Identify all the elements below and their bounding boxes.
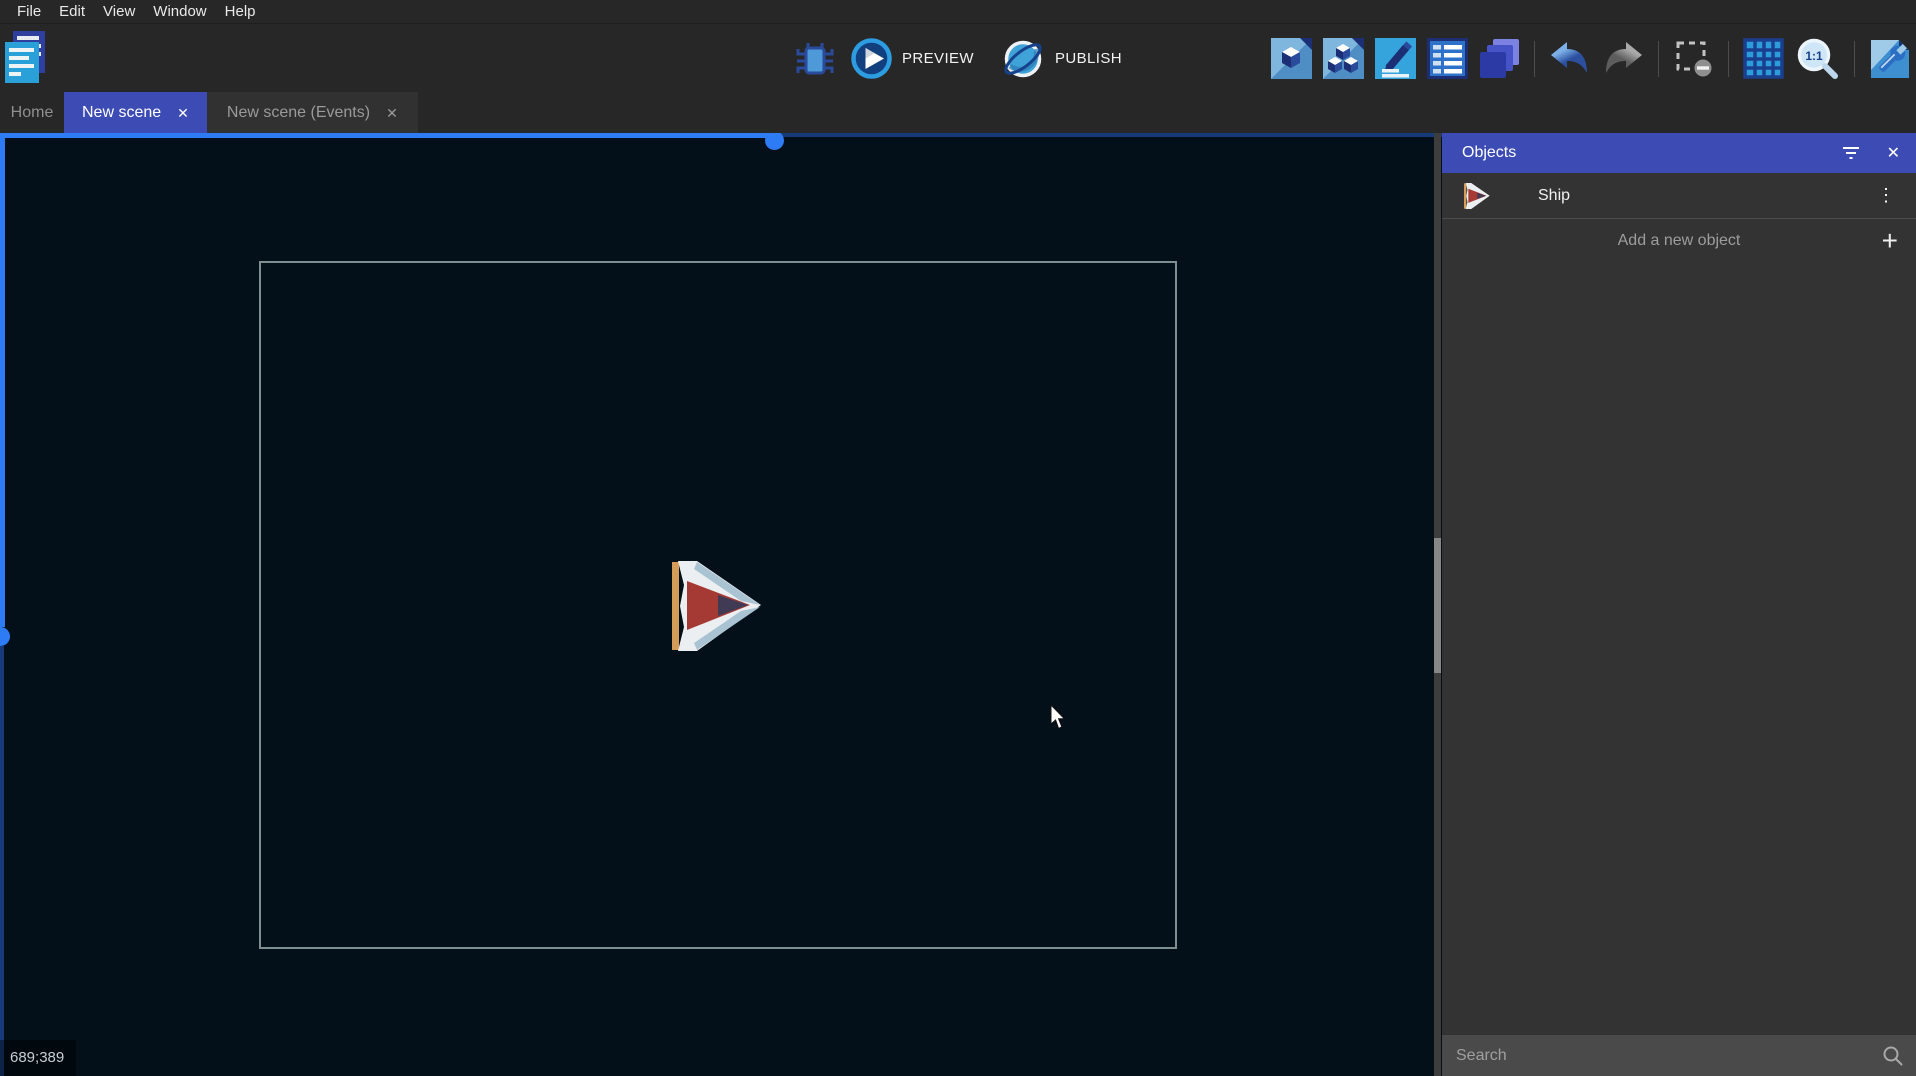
publish-globe-icon [1000, 36, 1046, 82]
ship-thumbnail-icon [1464, 183, 1490, 209]
instances-list-button[interactable] [1427, 38, 1468, 79]
redo-icon [1602, 40, 1644, 78]
main-toolbar: PREVIEW PUBLISH [0, 25, 1916, 92]
undo-button[interactable] [1549, 40, 1591, 78]
objects-panel: Objects ✕ Ship ⋮ Add a [1442, 133, 1916, 1076]
cursor-coordinates: 689;389 [0, 1040, 76, 1076]
preview-label: PREVIEW [902, 50, 974, 67]
mouse-cursor [1046, 705, 1066, 733]
tab-close-icon[interactable]: ✕ [177, 106, 189, 120]
vertical-scrollbar-thumb[interactable] [0, 627, 10, 646]
publish-label: PUBLISH [1055, 50, 1122, 67]
tab-bar: Home New scene ✕ New scene (Events) ✕ [0, 92, 1916, 133]
tab-new-scene[interactable]: New scene ✕ [64, 92, 207, 133]
grid-button[interactable] [1743, 38, 1784, 79]
ship-sprite[interactable] [672, 561, 762, 651]
selection-mask-icon [1673, 38, 1714, 79]
tab-home[interactable]: Home [0, 92, 64, 133]
vertical-scrollbar[interactable] [0, 646, 4, 1076]
panel-scrollbar-thumb[interactable] [1434, 538, 1441, 673]
toolbar-right-group: 1:1 [1271, 25, 1911, 92]
menu-window[interactable]: Window [144, 0, 215, 24]
object-list-item-ship[interactable]: Ship ⋮ [1442, 173, 1916, 219]
publish-button[interactable]: PUBLISH [1000, 36, 1122, 82]
tab-label: Home [11, 104, 54, 122]
filter-icon [1841, 145, 1861, 161]
tab-label: New scene [82, 104, 161, 122]
horizontal-scrollbar-thumb[interactable] [765, 133, 784, 150]
toolbar-center-group: PREVIEW PUBLISH [794, 25, 1122, 92]
project-manager-icon [3, 29, 49, 85]
tab-label: New scene (Events) [227, 104, 370, 122]
toolbar-separator [1728, 41, 1729, 77]
menu-view[interactable]: View [94, 0, 144, 24]
instances-list-icon [1427, 38, 1468, 79]
scene-editor-canvas[interactable]: 689;389 [0, 133, 1442, 1076]
properties-icon [1375, 38, 1416, 79]
properties-button[interactable] [1375, 38, 1416, 79]
zoom-reset-button[interactable]: 1:1 [1795, 36, 1840, 81]
layers-icon [1479, 38, 1520, 79]
vertical-scrollbar[interactable] [0, 133, 5, 627]
toolbar-separator [1854, 41, 1855, 77]
object-name: Ship [1538, 187, 1877, 205]
project-manager-button[interactable] [3, 29, 49, 85]
objects-panel-header: Objects ✕ [1442, 133, 1916, 173]
object-groups-icon [1323, 38, 1364, 79]
gdevelop-window: File Edit View Window Help [0, 0, 1916, 1076]
debug-icon [794, 38, 836, 80]
plus-icon: + [1882, 227, 1898, 255]
scene-properties-icon [1869, 38, 1911, 80]
add-new-object-button[interactable]: Add a new object + [1442, 219, 1916, 263]
layers-button[interactable] [1479, 38, 1520, 79]
object-groups-button[interactable] [1323, 38, 1364, 79]
menu-help[interactable]: Help [216, 0, 265, 24]
tab-close-icon[interactable]: ✕ [386, 106, 398, 120]
zoom-1-1-icon: 1:1 [1795, 36, 1840, 81]
search-icon [1882, 1045, 1904, 1067]
objects-search-input[interactable] [1456, 1047, 1882, 1065]
toolbar-separator [1658, 41, 1659, 77]
add-object-label: Add a new object [1442, 232, 1916, 250]
objects-panel-empty-area [1442, 263, 1916, 1035]
redo-button[interactable] [1602, 40, 1644, 78]
selection-mask-button[interactable] [1673, 38, 1714, 79]
menu-file[interactable]: File [8, 0, 50, 24]
toolbar-separator [1534, 41, 1535, 77]
close-icon: ✕ [1887, 143, 1900, 163]
objects-editor-button[interactable] [1271, 38, 1312, 79]
scene-properties-button[interactable] [1869, 38, 1911, 80]
objects-editor-icon [1271, 38, 1312, 79]
close-panel-button[interactable]: ✕ [1887, 143, 1900, 163]
tab-new-scene-events[interactable]: New scene (Events) ✕ [207, 92, 418, 133]
objects-panel-title: Objects [1462, 144, 1815, 162]
preview-play-icon [850, 37, 893, 80]
horizontal-scrollbar[interactable] [0, 133, 775, 138]
filter-button[interactable] [1841, 145, 1861, 161]
menu-bar: File Edit View Window Help [0, 0, 1916, 24]
horizontal-scrollbar[interactable] [775, 133, 1442, 137]
objects-search-bar [1442, 1035, 1916, 1076]
grid-icon [1743, 38, 1784, 79]
preview-button[interactable]: PREVIEW [850, 37, 974, 80]
object-options-icon[interactable]: ⋮ [1877, 185, 1896, 206]
svg-text:1:1: 1:1 [1805, 49, 1823, 63]
debug-button[interactable] [794, 38, 836, 80]
undo-icon [1549, 40, 1591, 78]
menu-edit[interactable]: Edit [50, 0, 94, 24]
